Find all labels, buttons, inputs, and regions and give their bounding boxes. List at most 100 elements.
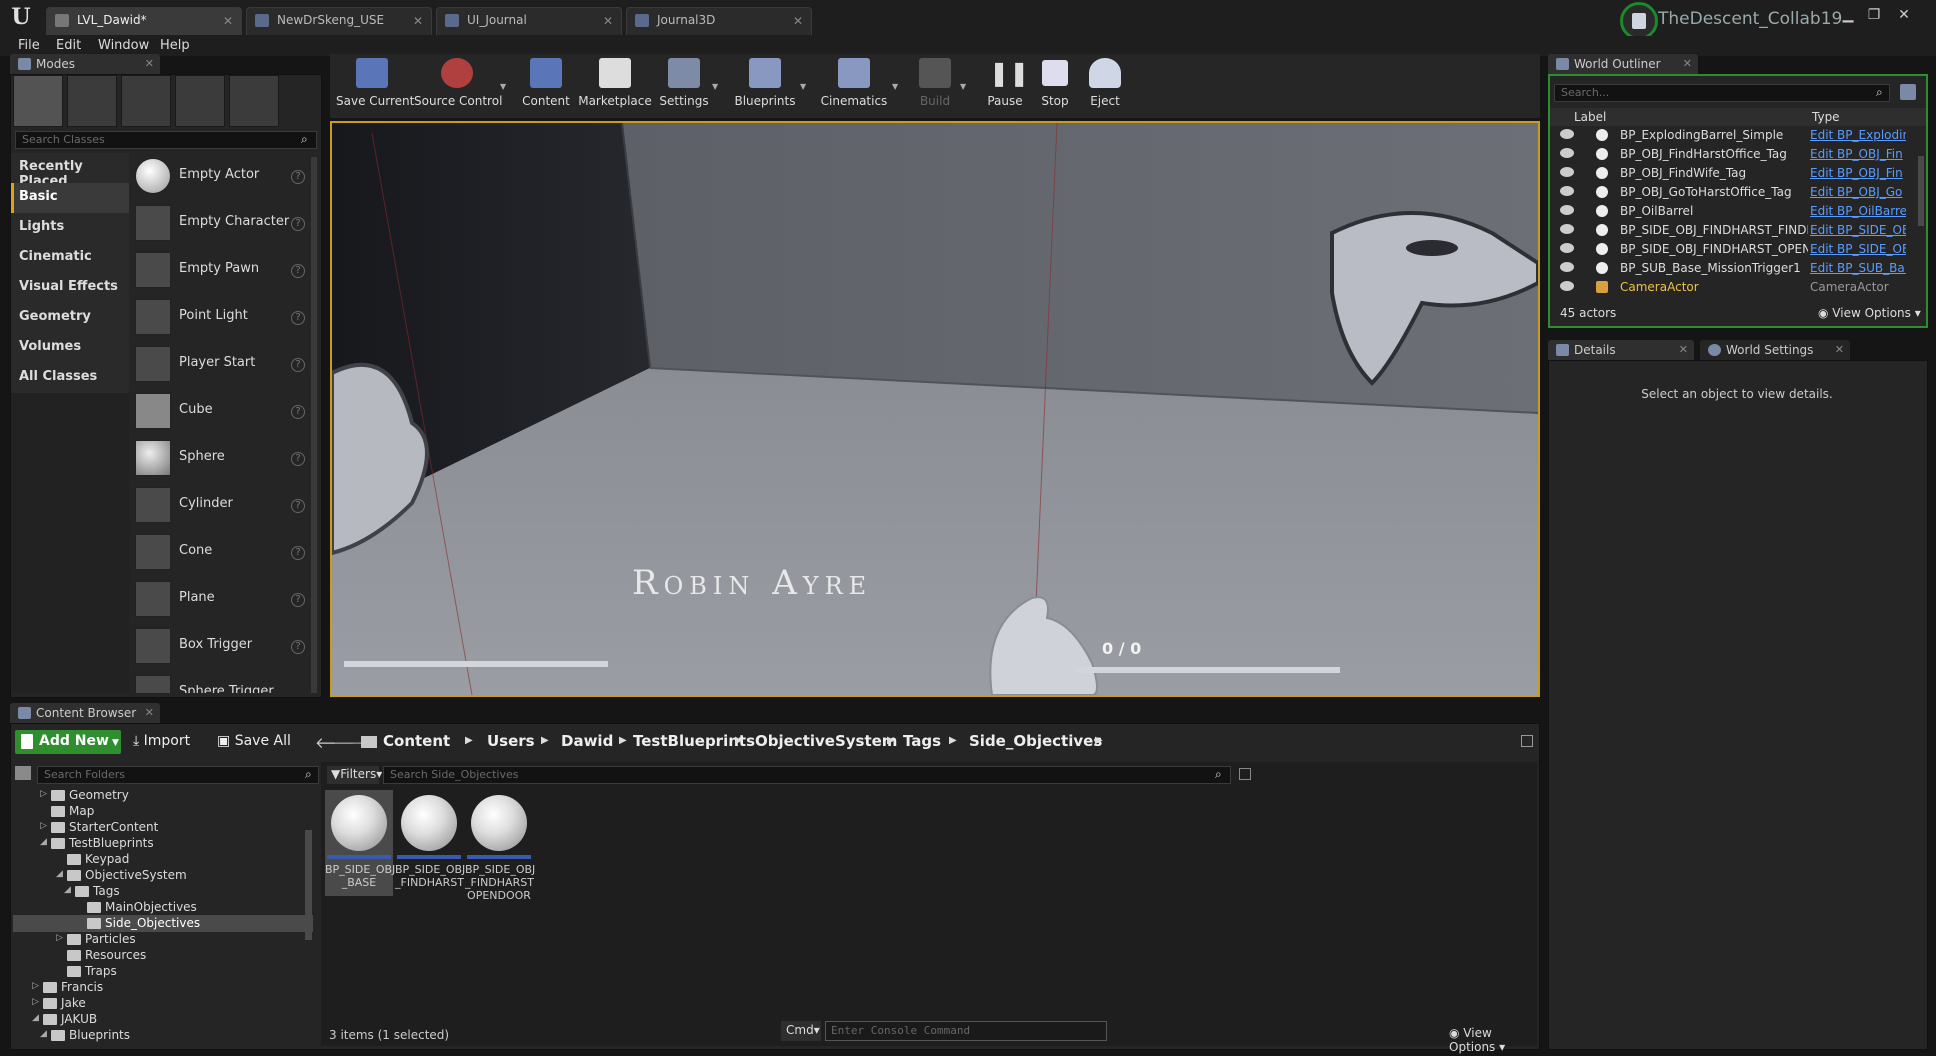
- unreal-logo-icon[interactable]: U: [8, 4, 34, 30]
- actor-item[interactable]: Empty Actor?: [131, 153, 311, 200]
- content-browser-tab[interactable]: Content Browser ✕: [10, 703, 160, 723]
- row-type-link[interactable]: Edit BP_OBJ_Fin: [1810, 166, 1906, 180]
- actor-item[interactable]: Cylinder?: [131, 482, 311, 529]
- cinematics-dropdown-icon[interactable]: ▼: [892, 82, 902, 91]
- settings-button[interactable]: Settings: [656, 54, 712, 114]
- source-control-button[interactable]: Source Control: [414, 54, 502, 114]
- column-type[interactable]: Type: [1812, 110, 1840, 124]
- category-recently-placed[interactable]: Recently Placed: [11, 153, 129, 189]
- save-all-button[interactable]: ▣ Save All: [217, 733, 291, 749]
- category-all-classes[interactable]: All Classes: [11, 363, 129, 393]
- asset-tile[interactable]: BP_SIDE_OBJ _FINDHARST OPENDOOR: [465, 790, 535, 902]
- folder-item[interactable]: ◢ Tags: [64, 884, 311, 900]
- breadcrumb-separator-icon[interactable]: ▶: [465, 728, 473, 754]
- actor-item[interactable]: Empty Pawn?: [131, 247, 311, 294]
- close-window-icon[interactable]: ✕: [1892, 6, 1916, 24]
- menu-file[interactable]: File: [18, 36, 40, 56]
- close-icon[interactable]: ✕: [1835, 343, 1844, 356]
- world-settings-tab[interactable]: World Settings ✕: [1700, 340, 1850, 360]
- help-icon[interactable]: ?: [291, 217, 305, 231]
- add-filter-icon[interactable]: [1900, 84, 1916, 100]
- tab-newdrskeng[interactable]: NewDrSkeng_USE ✕: [246, 7, 432, 35]
- folder-item[interactable]: ▷ Particles: [56, 932, 311, 948]
- actor-item[interactable]: Empty Character?: [131, 200, 311, 247]
- actor-item[interactable]: Box Trigger?: [131, 623, 311, 670]
- actor-list-scrollbar[interactable]: [311, 157, 317, 693]
- expand-arrow-icon[interactable]: ▷: [56, 933, 63, 943]
- menu-edit[interactable]: Edit: [56, 36, 81, 56]
- category-volumes[interactable]: Volumes: [11, 333, 129, 363]
- expand-arrow-icon[interactable]: ▷: [32, 981, 39, 991]
- visibility-eye-icon[interactable]: [1560, 186, 1574, 196]
- visibility-eye-icon[interactable]: [1560, 281, 1574, 291]
- build-dropdown-icon[interactable]: ▼: [960, 82, 970, 91]
- close-icon[interactable]: ✕: [223, 14, 233, 28]
- breadcrumb-separator-icon[interactable]: ▶: [1095, 728, 1103, 754]
- category-lights[interactable]: Lights: [11, 213, 129, 243]
- outliner-search-input[interactable]: Search...: [1554, 84, 1890, 102]
- help-icon[interactable]: ?: [291, 264, 305, 278]
- breadcrumb-separator-icon[interactable]: ▶: [541, 728, 549, 754]
- save-current-button[interactable]: Save Current: [336, 54, 414, 114]
- expand-arrow-icon[interactable]: ◢: [64, 885, 71, 895]
- row-type-link[interactable]: Edit BP_OBJ_Go: [1810, 185, 1906, 199]
- folder-item[interactable]: ▷ Francis: [32, 980, 311, 996]
- help-icon[interactable]: ?: [291, 358, 305, 372]
- folder-item[interactable]: ◢ ObjectiveSystem: [56, 868, 311, 884]
- tab-journal3d[interactable]: Journal3D ✕: [626, 7, 812, 35]
- details-tab[interactable]: Details ✕: [1548, 340, 1694, 360]
- filters-button[interactable]: ▼Filters▾: [327, 766, 382, 784]
- help-icon[interactable]: ?: [291, 499, 305, 513]
- row-type-link[interactable]: Edit BP_SUB_Ba:: [1810, 261, 1906, 275]
- row-type-link[interactable]: Edit BP_SIDE_OE: [1810, 242, 1906, 256]
- folder-item[interactable]: ▷ StarterContent: [40, 820, 311, 836]
- close-icon[interactable]: ✕: [413, 14, 423, 28]
- folder-tree-scrollbar[interactable]: [305, 830, 312, 940]
- foliage-mode-icon[interactable]: [175, 75, 225, 127]
- content-button[interactable]: Content: [518, 54, 574, 114]
- folder-item[interactable]: MainObjectives: [87, 900, 311, 916]
- folder-item[interactable]: Traps: [67, 964, 311, 980]
- cmd-dropdown[interactable]: Cmd▾: [781, 1021, 821, 1041]
- help-icon[interactable]: ?: [291, 170, 305, 184]
- actor-item[interactable]: Player Start?: [131, 341, 311, 388]
- folder-item[interactable]: ◢ Blueprints: [40, 1028, 311, 1044]
- breadcrumb-tags[interactable]: Tags: [903, 728, 941, 754]
- stop-button[interactable]: Stop: [1032, 54, 1078, 114]
- menu-help[interactable]: Help: [160, 36, 190, 56]
- source-control-dropdown-icon[interactable]: ▼: [500, 82, 510, 91]
- breadcrumb-side-objectives[interactable]: Side_Objectives: [969, 728, 1102, 754]
- category-visual-effects[interactable]: Visual Effects: [11, 273, 129, 303]
- outliner-tab[interactable]: World Outliner ✕: [1548, 54, 1698, 74]
- place-mode-icon[interactable]: [13, 75, 63, 127]
- folder-item[interactable]: Map: [51, 804, 311, 820]
- breadcrumb-dawid[interactable]: Dawid: [561, 728, 613, 754]
- cinematics-button[interactable]: Cinematics: [816, 54, 892, 114]
- expand-arrow-icon[interactable]: ▷: [40, 821, 47, 831]
- folder-item[interactable]: ◢ TestBlueprints: [40, 836, 311, 852]
- close-icon[interactable]: ✕: [1679, 343, 1688, 356]
- marketplace-button[interactable]: Marketplace: [578, 54, 652, 114]
- table-row[interactable]: BP_SIDE_OBJ_FINDHARST_OPEND Edit BP_SIDE_…: [1550, 240, 1920, 259]
- table-row[interactable]: BP_OBJ_FindHarstOffice_Tag Edit BP_OBJ_Fi…: [1550, 145, 1920, 164]
- expand-arrow-icon[interactable]: ◢: [56, 869, 63, 879]
- column-label[interactable]: Label: [1574, 110, 1606, 124]
- visibility-eye-icon[interactable]: [1560, 167, 1574, 177]
- tab-ui-journal[interactable]: UI_Journal ✕: [436, 7, 622, 35]
- import-button[interactable]: ⤓ Import: [133, 733, 190, 749]
- table-row[interactable]: BP_ExplodingBarrel_Simple Edit BP_Explodi…: [1550, 126, 1920, 145]
- close-icon[interactable]: ✕: [793, 14, 803, 28]
- pause-button[interactable]: ❚❚ Pause: [980, 54, 1030, 114]
- row-type-link[interactable]: Edit BP_Explodin: [1810, 128, 1906, 142]
- expand-arrow-icon[interactable]: ◢: [32, 1013, 39, 1023]
- table-row[interactable]: BP_SUB_Base_MissionTrigger1 Edit BP_SUB_B…: [1550, 259, 1920, 278]
- row-type-link[interactable]: Edit BP_SIDE_OE: [1810, 223, 1906, 237]
- visibility-eye-icon[interactable]: [1560, 148, 1574, 158]
- search-assets-input[interactable]: Search Side_Objectives: [383, 766, 1231, 784]
- table-row[interactable]: BP_OilBarrel Edit BP_OilBarre: [1550, 202, 1920, 221]
- row-type-link[interactable]: Edit BP_OBJ_Fin: [1810, 147, 1906, 161]
- search-classes-input[interactable]: Search Classes: [15, 131, 317, 149]
- visibility-eye-icon[interactable]: [1560, 224, 1574, 234]
- viewport[interactable]: Robin Ayre 0 / 0: [330, 121, 1540, 697]
- build-button[interactable]: Build: [910, 54, 960, 114]
